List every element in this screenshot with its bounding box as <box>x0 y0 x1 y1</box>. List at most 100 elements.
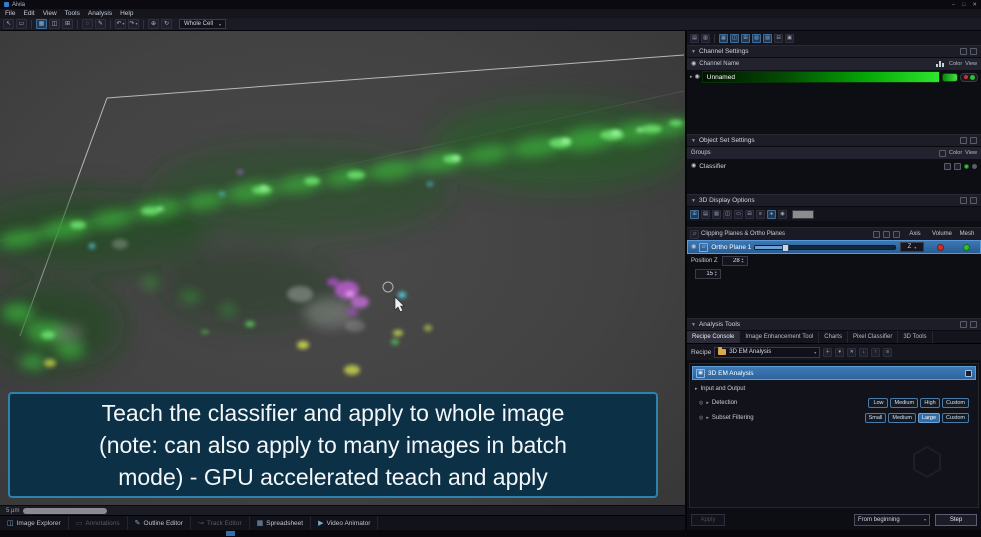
detection-medium-button[interactable]: Medium <box>890 397 919 408</box>
tab-pixel-classifier[interactable]: Pixel Classifier <box>848 331 899 343</box>
menu-view[interactable]: View <box>43 10 57 17</box>
recipe-settings-icon[interactable] <box>965 369 972 377</box>
remove-plane-icon[interactable] <box>883 230 890 238</box>
input-output-row[interactable]: ▸ Input and Output <box>690 382 978 395</box>
pin-icon[interactable] <box>960 197 967 204</box>
pointer-tool-icon[interactable]: ↖ <box>3 19 14 29</box>
tab-recipe-console[interactable]: Recipe Console <box>687 331 741 343</box>
viewport-3d[interactable]: Teach the classifier and apply to whole … <box>0 31 685 505</box>
pin-icon[interactable] <box>960 321 967 328</box>
move-tool-icon[interactable]: ⊕ <box>148 19 159 29</box>
menu-help[interactable]: Help <box>120 10 133 17</box>
layout-2-icon[interactable]: ◫ <box>730 33 739 43</box>
panel-pin-icon[interactable]: ▥ <box>701 33 710 43</box>
taskbar-app-icon[interactable] <box>226 531 235 536</box>
layout-3-icon[interactable]: ⊞ <box>741 33 750 43</box>
scale-bar-icon[interactable]: ≡ <box>756 209 765 219</box>
ortho-slicer-icon[interactable]: ◫ <box>723 209 732 219</box>
popout-icon[interactable] <box>970 197 977 204</box>
redo-icon[interactable]: ↷ ▾ <box>128 19 139 29</box>
tab-charts[interactable]: Charts <box>819 331 848 343</box>
bounding-box-icon[interactable]: ⊟ <box>745 209 754 219</box>
step-radio-icon[interactable]: ◎ <box>699 400 703 406</box>
step-button[interactable]: Step <box>935 513 977 526</box>
menu-tools[interactable]: Tools <box>65 10 80 17</box>
mip-mode-icon[interactable]: ▤ <box>701 209 710 219</box>
close-button[interactable]: ✕ <box>972 2 977 8</box>
channel-view-toggle[interactable] <box>960 72 978 82</box>
statusbar-annotations[interactable]: ▭ Annotations <box>69 516 128 530</box>
statusbar-video-animator[interactable]: ▶ Video Animator <box>311 516 379 530</box>
scrollbar-thumb[interactable] <box>23 507 108 514</box>
detection-low-button[interactable]: Low <box>868 397 889 408</box>
recipe-dropdown[interactable]: 3D EM Analysis ▾ <box>714 346 821 358</box>
group-options-icon[interactable] <box>939 149 947 157</box>
object-set-settings-header[interactable]: ▼ Object Set Settings <box>687 134 981 147</box>
histogram-icon[interactable] <box>936 61 945 67</box>
layout-6-icon[interactable]: ⊟ <box>774 33 783 43</box>
menu-edit[interactable]: Edit <box>23 10 34 17</box>
reset-plane-icon[interactable] <box>893 230 900 238</box>
layout-4-icon[interactable]: ▧ <box>752 33 761 43</box>
slider-handle[interactable] <box>781 243 789 252</box>
tab-image-enhancement[interactable]: Image Enhancement Tool <box>740 331 820 343</box>
subset-custom-button[interactable]: Custom <box>942 412 969 423</box>
eye-all-icon[interactable]: ◉ <box>691 61 696 67</box>
channel-visibility-icon[interactable]: ◉ <box>695 74 700 80</box>
thickness-input[interactable] <box>697 270 713 277</box>
ortho-plane-row[interactable]: ◉ ▱ Ortho Plane 1 Z ▾ <box>687 240 981 254</box>
expander-icon[interactable]: ▸ <box>706 400 709 406</box>
ortho-plane-visibility-icon[interactable]: ◉ <box>691 244 696 250</box>
lasso-tool-icon[interactable]: ◌ <box>82 19 93 29</box>
classifier-visibility-icon[interactable]: ◉ <box>691 163 696 169</box>
mesh-toggle[interactable] <box>962 243 970 251</box>
detection-custom-button[interactable]: Custom <box>942 397 969 408</box>
channel-settings-header[interactable]: ▼ Channel Settings <box>687 45 981 58</box>
ortho-position-slider[interactable] <box>754 243 896 252</box>
apply-button[interactable]: Apply <box>691 513 725 526</box>
snapshot-icon[interactable]: ◉ <box>778 209 787 219</box>
rotate-tool-icon[interactable]: ↻ <box>161 19 172 29</box>
expander-icon[interactable]: ▸ <box>695 386 698 392</box>
expander-icon[interactable]: ▸ <box>690 74 693 80</box>
layout-1-icon[interactable]: ▦ <box>719 33 728 43</box>
rect-select-tool-icon[interactable]: ▭ <box>16 19 27 29</box>
channel-color-swatch[interactable] <box>942 72 958 82</box>
add-plane-icon[interactable] <box>873 230 880 238</box>
spinner-arrows-icon[interactable]: ▲ ▼ <box>741 257 744 264</box>
classifier-view-toggle[interactable] <box>972 163 977 169</box>
detection-row[interactable]: ◎ ▸ Detection Low Medium High Custom <box>690 395 978 410</box>
analysis-tools-header[interactable]: ▼ Analysis Tools <box>687 318 981 331</box>
position-input[interactable] <box>723 257 740 264</box>
background-color-swatch[interactable] <box>792 209 814 219</box>
statusbar-outline-editor[interactable]: ✎ Outline Editor <box>128 516 191 530</box>
spinner-arrows-icon[interactable]: ▲ ▼ <box>714 270 717 277</box>
save-recipe-icon[interactable]: ▾ <box>835 347 845 357</box>
blend-mode-icon[interactable]: ▧ <box>712 209 721 219</box>
export-recipe-icon[interactable]: ↑ <box>871 347 881 357</box>
layout-7-icon[interactable]: ▣ <box>785 33 794 43</box>
pin-icon[interactable] <box>960 48 967 55</box>
classifier-row[interactable]: ◉ Classifier <box>687 159 981 173</box>
axis-dropdown[interactable]: Z ▾ <box>900 242 924 252</box>
menu-analysis[interactable]: Analysis <box>88 10 112 17</box>
panel-list-icon[interactable]: ▤ <box>690 33 699 43</box>
statusbar-image-explorer[interactable]: ◫ Image Explorer <box>0 516 69 530</box>
subset-medium-button[interactable]: Medium <box>888 412 916 423</box>
undo-icon[interactable]: ↶ ▾ <box>115 19 126 29</box>
position-spinner[interactable]: ▲▼ <box>721 255 748 266</box>
step-radio-icon[interactable]: ◎ <box>699 415 703 421</box>
split-view-icon[interactable]: ◫ <box>49 19 60 29</box>
minimize-button[interactable]: – <box>952 2 955 8</box>
render-mode-icon[interactable]: ⊞ <box>690 209 699 219</box>
layout-5-icon[interactable]: ▨ <box>763 33 772 43</box>
classifier-color-swatch[interactable] <box>964 163 969 169</box>
delete-recipe-icon[interactable]: ✕ <box>847 347 857 357</box>
thickness-spinner[interactable]: ▲▼ <box>695 268 721 279</box>
from-beginning-dropdown[interactable]: From beginning ▾ <box>854 513 930 526</box>
pin-icon[interactable] <box>960 137 967 144</box>
lighting-icon[interactable]: ● <box>767 209 776 219</box>
popout-icon[interactable] <box>970 48 977 55</box>
statusbar-spreadsheet[interactable]: ▦ Spreadsheet <box>250 516 312 530</box>
volume-toggle[interactable] <box>936 243 944 251</box>
